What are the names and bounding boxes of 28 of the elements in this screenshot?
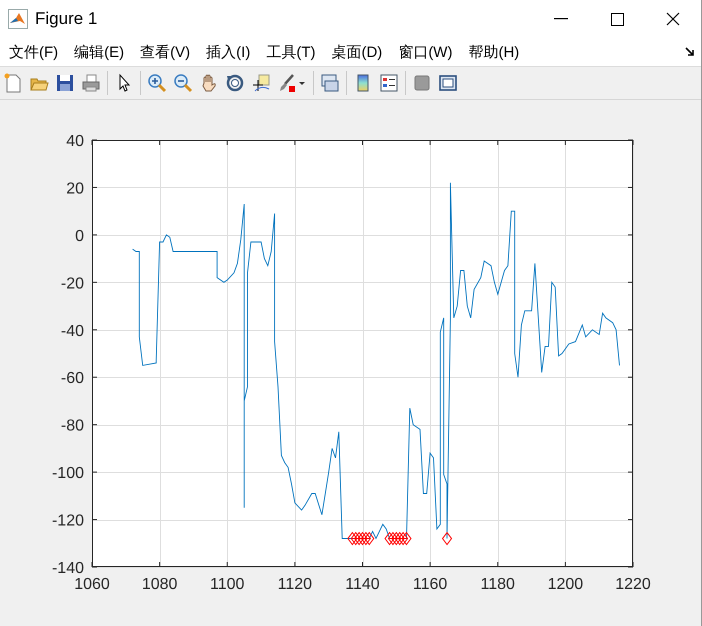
menu-item[interactable]: 帮助(H) <box>462 42 526 62</box>
y-tick-label: -80 <box>60 418 84 435</box>
menu-item[interactable]: 工具(T) <box>260 42 322 62</box>
y-tick-label: 0 <box>75 228 84 245</box>
y-tick-label: -20 <box>60 275 84 292</box>
menu-item[interactable]: 查看(V) <box>134 42 196 62</box>
y-tick-label: -40 <box>60 322 84 340</box>
x-tick-label: 1080 <box>142 576 178 593</box>
x-tick-label: 1060 <box>74 576 110 593</box>
menu-item[interactable]: 桌面(D) <box>325 42 388 62</box>
y-tick-label: -100 <box>52 465 84 482</box>
x-tick-label: 1140 <box>345 576 380 593</box>
x-tick-label: 1160 <box>412 576 448 593</box>
y-tick-label: 40 <box>66 133 84 150</box>
x-tick-label: 1180 <box>480 576 515 593</box>
menu-item[interactable]: 文件(F) <box>3 42 64 62</box>
x-tick-label: 1220 <box>615 576 651 593</box>
y-tick-label: -140 <box>52 560 84 577</box>
y-tick-label: 20 <box>66 180 84 198</box>
y-tick-label: -120 <box>52 512 84 530</box>
menu-item[interactable]: 编辑(E) <box>68 42 130 62</box>
menu-item[interactable]: 插入(I) <box>200 42 256 62</box>
menu-item[interactable]: 窗口(W) <box>392 42 458 62</box>
x-tick-label: 1100 <box>210 576 244 593</box>
window-title: Figure 1 <box>35 9 98 29</box>
x-tick-label: 1200 <box>548 576 584 593</box>
y-tick-label: -60 <box>60 370 84 388</box>
x-tick-label: 1120 <box>278 576 312 593</box>
